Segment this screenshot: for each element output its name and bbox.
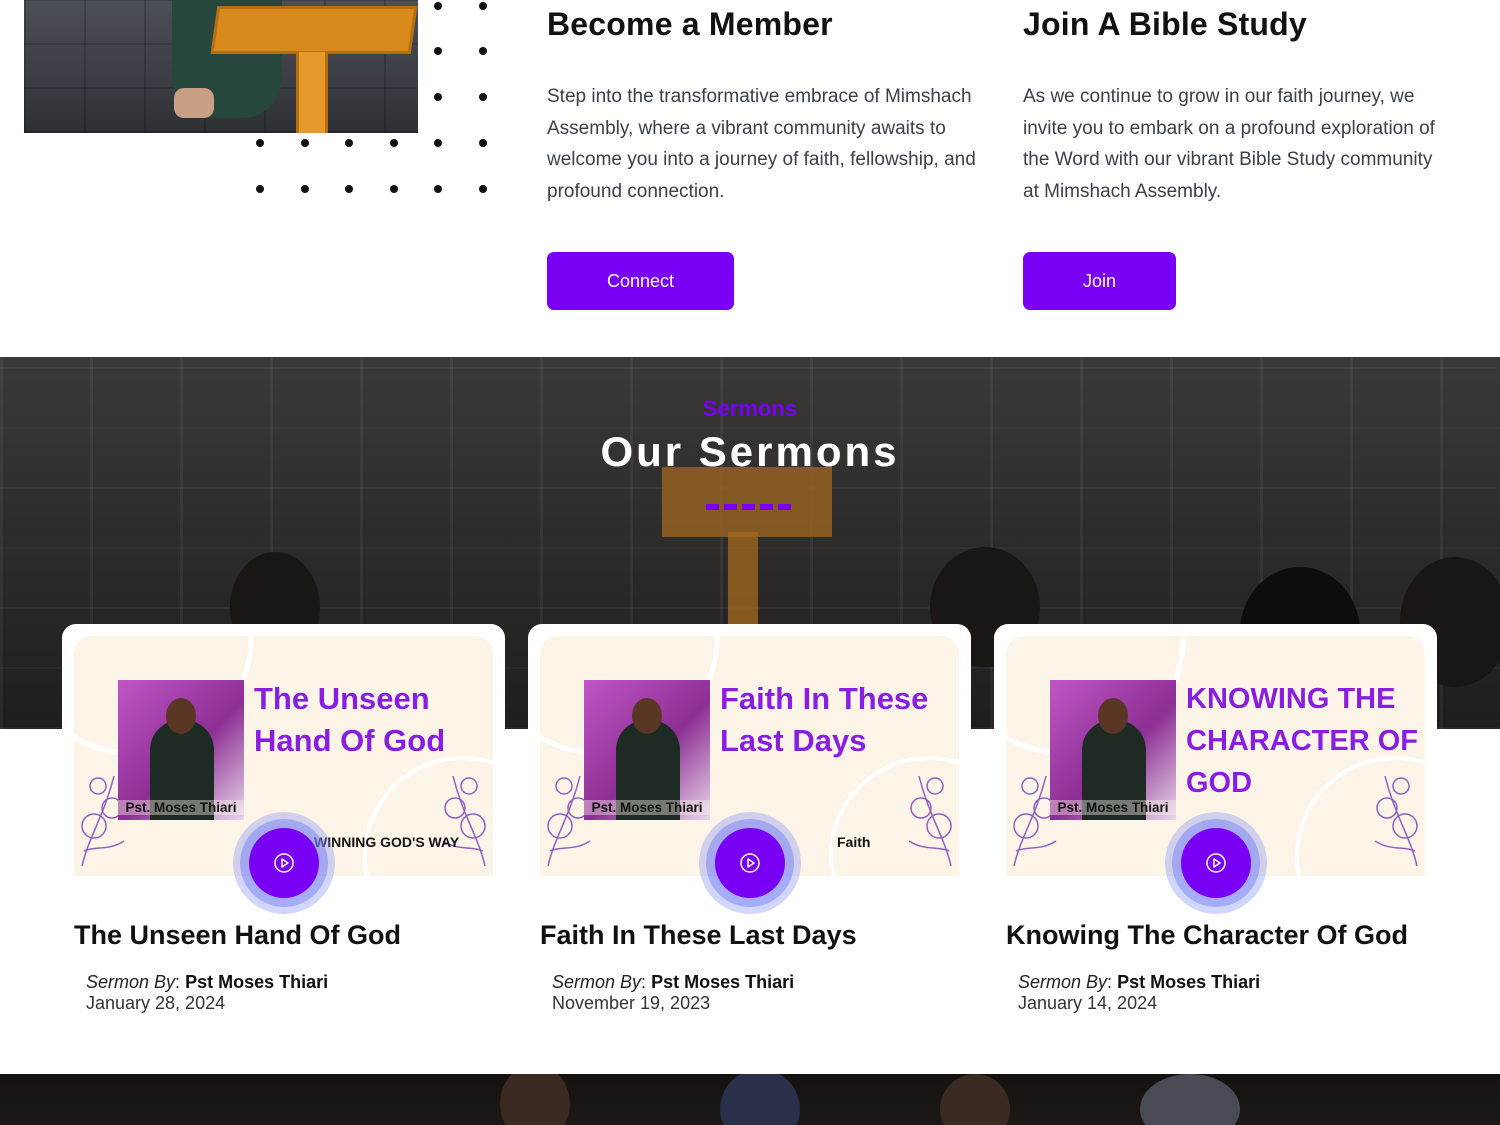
next-section-background (0, 1074, 1500, 1125)
thumb-subtitle: Faith (837, 834, 871, 850)
thumb-title: KNOWING THE CHARACTER OF GOD (1186, 683, 1418, 799)
thumb-pastor-name: Pst. Moses Thiari (118, 800, 244, 815)
pastor-photo (1050, 680, 1176, 820)
flower-decoration-icon (908, 775, 952, 866)
sermon-card[interactable]: Pst. Moses Thiari Faith In These Last Da… (528, 624, 971, 1044)
thumb-title: Faith In These Last Days (720, 681, 929, 758)
thumb-pastor-name: Pst. Moses Thiari (1050, 800, 1176, 815)
play-circle-icon (1206, 853, 1226, 873)
sermon-date: November 19, 2023 (552, 993, 711, 1013)
pastor-photo (584, 680, 710, 820)
sermons-heading: Our Sermons (600, 428, 900, 475)
sermon-date: January 28, 2024 (86, 993, 226, 1013)
sermon-title[interactable]: Faith In These Last Days (540, 920, 857, 951)
play-button[interactable] (1165, 812, 1267, 914)
sermons-eyebrow: Sermons (702, 396, 798, 421)
bible-study-block: Join A Bible Study As we continue to gro… (1023, 0, 1453, 207)
sermon-title[interactable]: Knowing The Character Of God (1006, 920, 1408, 951)
sermon-card[interactable]: Pst. Moses Thiari The Unseen Hand Of God… (62, 624, 505, 1044)
dot-pattern (250, 0, 500, 200)
play-button[interactable] (233, 812, 335, 914)
play-circle-icon (274, 853, 294, 873)
thumb-pastor-name: Pst. Moses Thiari (584, 800, 710, 815)
sermon-by: Sermon By: Pst Moses Thiari (86, 972, 329, 992)
bible-study-text: As we continue to grow in our faith jour… (1023, 86, 1435, 202)
connect-button[interactable]: Connect (547, 252, 734, 310)
pastor-photo (118, 680, 244, 820)
join-button[interactable]: Join (1023, 252, 1176, 310)
top-section: Become a Member Step into the transforma… (0, 0, 1500, 357)
bible-study-title: Join A Bible Study (1023, 6, 1307, 42)
heading-divider (706, 504, 791, 510)
sermon-by: Sermon By: Pst Moses Thiari (1018, 972, 1261, 992)
sermon-card[interactable]: Pst. Moses Thiari KNOWING THE CHARACTER … (994, 624, 1437, 1044)
play-button[interactable] (699, 812, 801, 914)
thumb-subtitle: WINNING GOD'S WAY (314, 834, 460, 850)
member-title: Become a Member (547, 6, 833, 42)
thumb-title: The Unseen Hand Of God (254, 681, 446, 758)
sermon-date: January 14, 2024 (1018, 993, 1158, 1013)
sermon-by: Sermon By: Pst Moses Thiari (552, 972, 795, 992)
sermon-title[interactable]: The Unseen Hand Of God (74, 920, 401, 951)
play-circle-icon (740, 853, 760, 873)
member-block: Become a Member Step into the transforma… (547, 0, 977, 207)
member-text: Step into the transformative embrace of … (547, 86, 976, 202)
